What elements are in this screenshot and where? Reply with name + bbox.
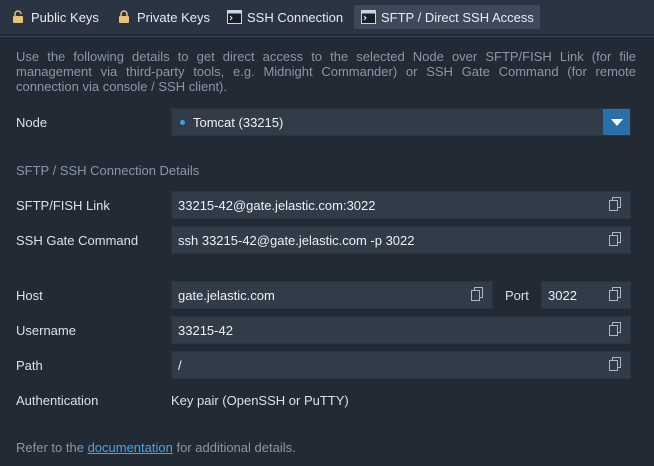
sftp-link-value: 33215-42@gate.jelastic.com:3022 [178, 197, 376, 213]
copy-icon[interactable] [608, 197, 624, 213]
copy-icon[interactable] [608, 357, 624, 373]
sftp-link-label: SFTP/FISH Link [16, 198, 110, 213]
unlock-icon [10, 9, 26, 25]
terminal-icon [226, 9, 242, 25]
tab-public-keys[interactable]: Public Keys [4, 5, 104, 29]
port-value: 3022 [548, 287, 577, 303]
chevron-down-icon [610, 118, 623, 126]
host-field[interactable]: gate.jelastic.com [171, 281, 493, 309]
node-value: Tomcat (33215) [193, 114, 284, 130]
tab-label: SSH Connection [247, 9, 344, 25]
authentication-value: Key pair (OpenSSH or PuTTY) [171, 393, 349, 408]
sftp-link-field[interactable]: 33215-42@gate.jelastic.com:3022 [171, 191, 631, 219]
username-label: Username [16, 323, 76, 338]
section-title: SFTP / SSH Connection Details [16, 163, 200, 178]
port-field[interactable]: 3022 [541, 281, 631, 309]
description-text: Use the following details to get direct … [16, 49, 636, 94]
username-field[interactable]: 33215-42 [171, 316, 631, 344]
ssh-command-field[interactable]: ssh 33215-42@gate.jelastic.com -p 3022 [171, 226, 631, 254]
port-label: Port [505, 288, 529, 303]
path-field[interactable]: / [171, 351, 631, 379]
footer-prefix: Refer to the [16, 440, 84, 455]
tab-private-keys[interactable]: Private Keys [110, 5, 214, 29]
ssh-command-value: ssh 33215-42@gate.jelastic.com -p 3022 [178, 232, 415, 248]
footer-suffix: for additional details. [176, 440, 296, 455]
status-dot-icon [180, 119, 185, 125]
ssh-command-label: SSH Gate Command [16, 233, 139, 248]
tab-bar: Public Keys Private Keys SSH Connection … [0, 0, 654, 34]
tab-label: Private Keys [137, 9, 210, 25]
terminal-icon [360, 9, 376, 25]
tab-label: Public Keys [31, 9, 99, 25]
tab-sftp-direct-ssh[interactable]: SFTP / Direct SSH Access [354, 5, 540, 29]
host-value: gate.jelastic.com [178, 287, 275, 303]
documentation-link[interactable]: documentation [88, 440, 173, 455]
host-label: Host [16, 288, 43, 303]
username-value: 33215-42 [178, 322, 233, 338]
tab-label: SFTP / Direct SSH Access [381, 9, 534, 25]
copy-icon[interactable] [608, 287, 624, 303]
footer-note: Refer to the documentation for additiona… [16, 440, 296, 455]
path-value: / [178, 357, 182, 373]
path-label: Path [16, 358, 43, 373]
authentication-label: Authentication [16, 393, 99, 408]
lock-icon [116, 9, 132, 25]
node-select[interactable]: Tomcat (33215) [171, 108, 631, 136]
node-label: Node [16, 115, 48, 130]
sftp-panel: Use the following details to get direct … [0, 36, 654, 466]
copy-icon[interactable] [470, 287, 486, 303]
copy-icon[interactable] [608, 322, 624, 338]
dropdown-button[interactable] [603, 109, 630, 135]
tab-ssh-connection[interactable]: SSH Connection [220, 5, 348, 29]
copy-icon[interactable] [608, 232, 624, 248]
